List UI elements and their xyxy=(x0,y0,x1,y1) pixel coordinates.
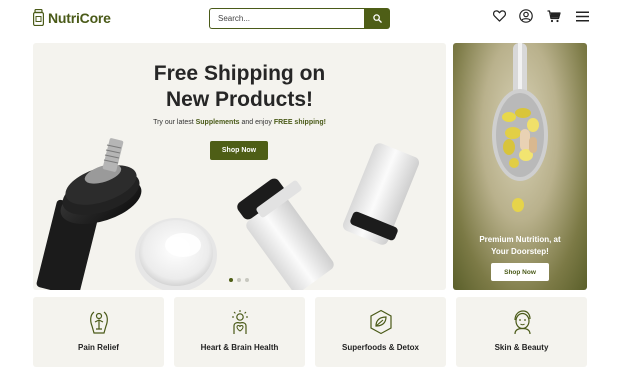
category-label: Pain Relief xyxy=(78,343,119,352)
carousel-dot-3[interactable] xyxy=(245,278,249,282)
promo-title: Premium Nutrition, at Your Doorstep! xyxy=(453,234,587,258)
search-bar xyxy=(209,8,390,29)
search-button[interactable] xyxy=(364,8,390,29)
brand-name: NutriCore xyxy=(48,9,111,26)
hero-banner: Free Shipping on New Products! Try our l… xyxy=(33,43,446,290)
account-button[interactable] xyxy=(517,7,535,25)
body-icon xyxy=(89,311,108,334)
hero-title-line1: Free Shipping on xyxy=(153,62,326,85)
search-input[interactable] xyxy=(209,8,364,29)
hero-subtitle-supplements: Supplements xyxy=(195,119,240,126)
hero-subtitle-free-shipping: FREE shipping! xyxy=(273,119,326,126)
leaf-icon xyxy=(369,309,392,335)
promo-banner: Premium Nutrition, at Your Doorstep! Sho… xyxy=(453,43,587,290)
search-icon xyxy=(372,14,382,23)
category-label: Skin & Beauty xyxy=(494,343,549,352)
cart-icon xyxy=(547,9,561,22)
supplement-bottle-icon xyxy=(33,9,44,26)
hero-subtitle-mid: and enjoy xyxy=(239,119,274,126)
site-header: NutriCore xyxy=(0,0,619,40)
promo-title-line1: Premium Nutrition, at xyxy=(479,235,561,244)
hero-subtitle-pre: Try our latest xyxy=(153,119,196,126)
hero-subtitle: Try our latest Supplements and enjoy FRE… xyxy=(33,119,446,126)
face-icon xyxy=(513,310,531,335)
category-card-pain-relief[interactable]: Pain Relief xyxy=(33,297,164,367)
category-card-heart-brain[interactable]: Heart & Brain Health xyxy=(174,297,305,367)
category-label: Heart & Brain Health xyxy=(200,343,279,352)
heart-brain-icon xyxy=(231,310,248,334)
carousel-dots xyxy=(229,278,249,282)
hero-title: Free Shipping on New Products! xyxy=(33,61,446,113)
carousel-dot-1[interactable] xyxy=(229,278,233,282)
menu-icon xyxy=(575,11,589,21)
hero-title-line2: New Products! xyxy=(165,88,314,111)
hero-shop-now-button[interactable]: Shop Now xyxy=(210,141,268,160)
wishlist-button[interactable] xyxy=(490,7,508,25)
category-card-skin-beauty[interactable]: Skin & Beauty xyxy=(456,297,587,367)
category-label: Superfoods & Detox xyxy=(342,343,419,352)
category-list: Pain Relief Heart & Brain Health Superfo… xyxy=(33,297,587,367)
promo-title-line2: Your Doorstep! xyxy=(491,247,549,256)
carousel-dot-2[interactable] xyxy=(237,278,241,282)
brand-logo[interactable]: NutriCore xyxy=(33,9,111,26)
promo-shop-now-button[interactable]: Shop Now xyxy=(491,263,549,281)
account-icon xyxy=(519,9,533,23)
heart-icon xyxy=(492,10,506,22)
menu-button[interactable] xyxy=(573,7,591,25)
category-card-superfoods-detox[interactable]: Superfoods & Detox xyxy=(315,297,446,367)
cart-button[interactable] xyxy=(545,7,563,25)
